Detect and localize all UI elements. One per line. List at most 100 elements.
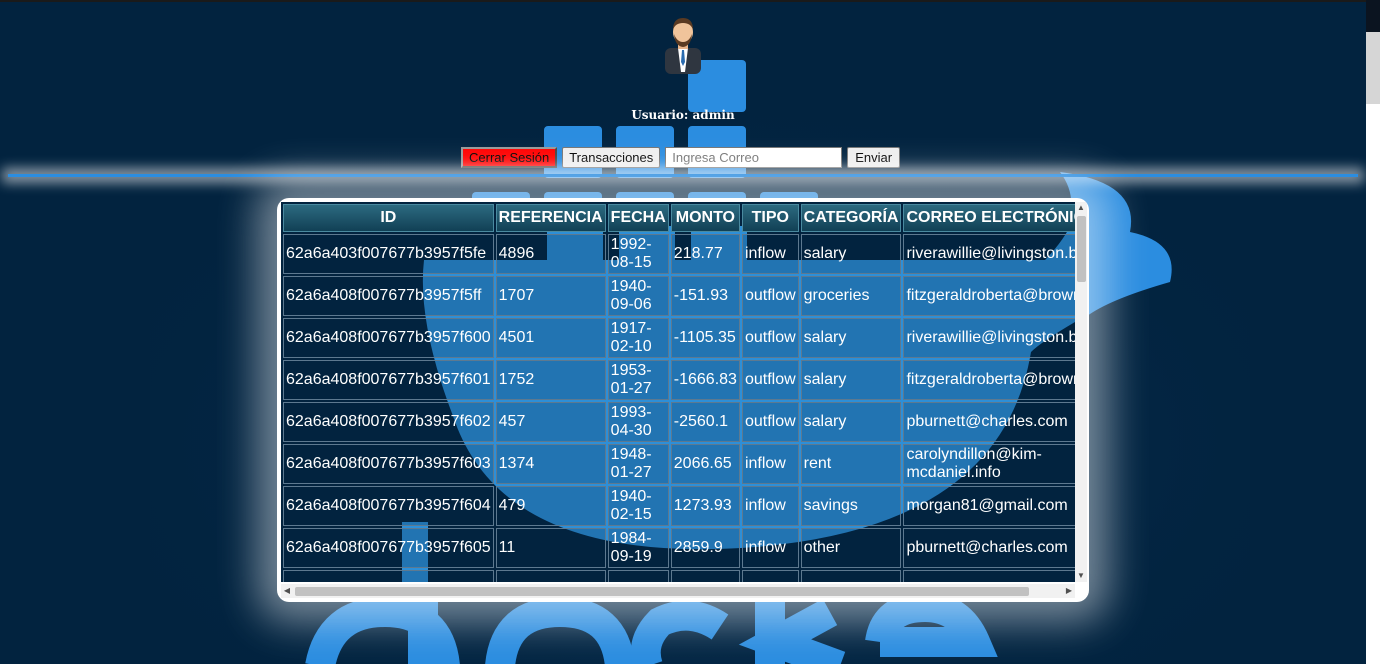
column-header-id[interactable]: ID xyxy=(283,204,494,232)
cell-tipo: inflow xyxy=(741,486,799,526)
cell-correo: fitzgeraldroberta@brown. xyxy=(903,360,1075,400)
column-header-categoria[interactable]: CATEGORÍA xyxy=(800,204,902,232)
cell-categoria: salary xyxy=(800,402,902,442)
cell-referencia: 4896 xyxy=(495,234,606,274)
cell-categoria: salary xyxy=(800,318,902,358)
cell-fecha: 1993-04-30 xyxy=(607,402,669,442)
column-header-fecha[interactable]: FECHA xyxy=(607,204,669,232)
cell-correo: fitzgeraldroberta@brown. xyxy=(903,276,1075,316)
cell-fecha: 1940-09-06 xyxy=(607,276,669,316)
cell-fecha: 1999- xyxy=(607,570,669,582)
cell-categoria: rent xyxy=(800,444,902,484)
cell-fecha: 1953-01-27 xyxy=(607,360,669,400)
transactions-table: ID REFERENCIA FECHA MONTO TIPO CATEGORÍA… xyxy=(281,202,1075,582)
cell-categoria: salary xyxy=(800,360,902,400)
cell-correo: pburnett@charles.com xyxy=(903,528,1075,568)
column-header-correo[interactable]: CORREO ELECTRÓNICO xyxy=(903,204,1075,232)
scroll-left-arrow-icon[interactable]: ◀ xyxy=(281,584,293,598)
cell-id: 62a6a408f007677b3957f603 xyxy=(283,444,494,484)
cell-tipo: inflow xyxy=(741,444,799,484)
email-input[interactable] xyxy=(665,146,843,168)
cell-monto: 1273.93 xyxy=(670,486,740,526)
window-edge-panel xyxy=(1366,32,1380,104)
cell-categoria: groceries xyxy=(800,276,902,316)
user-avatar-icon xyxy=(665,18,701,74)
window-edge-dark xyxy=(1366,0,1380,32)
cell-monto: -151.93 xyxy=(670,276,740,316)
scroll-right-arrow-icon[interactable]: ▶ xyxy=(1063,584,1075,598)
cell-tipo: outflow xyxy=(741,276,799,316)
cell-id: 62a6a403f007677b3957f5fe xyxy=(283,234,494,274)
cell-correo: carolyndillon@kim- xyxy=(903,570,1075,582)
cell-correo: morgan81@gmail.com xyxy=(903,486,1075,526)
cell-id: 62a6a408f007677b3957f605 xyxy=(283,528,494,568)
cell-monto: -1666.83 xyxy=(670,360,740,400)
cell-tipo: outflow xyxy=(741,402,799,442)
table-row[interactable]: 62a6a403f007677b3957f5fe 4896 1992-08-15 21… xyxy=(283,234,1075,274)
cell-tipo: outflow xyxy=(741,360,799,400)
transactions-button[interactable]: Transacciones xyxy=(562,146,661,168)
cell-id: 62a6a408f007677b3957f604 xyxy=(283,486,494,526)
cell-correo: riverawillie@livingston.biz xyxy=(903,234,1075,274)
scroll-down-arrow-icon[interactable]: ▼ xyxy=(1075,570,1087,582)
scroll-up-arrow-icon[interactable]: ▲ xyxy=(1075,202,1087,214)
cell-referencia: 1707 xyxy=(495,276,606,316)
cell-fecha: 1917-02-10 xyxy=(607,318,669,358)
cell-categoria: other xyxy=(800,528,902,568)
cell-correo: pburnett@charles.com xyxy=(903,402,1075,442)
cell-tipo: outflow xyxy=(741,318,799,358)
table-body: 62a6a403f007677b3957f5fe 4896 1992-08-15 21… xyxy=(283,234,1075,582)
table-row[interactable]: 62a6a408f007677b3957f603 1374 1948-01-27 20… xyxy=(283,444,1075,484)
cell-fecha: 1992-08-15 xyxy=(607,234,669,274)
table-row[interactable]: 62a6a408f007677b3957f600 4501 1917-02-10 -1… xyxy=(283,318,1075,358)
cell-referencia: 479 xyxy=(495,486,606,526)
table-row[interactable]: 62a6a408f007677b3957f601 1752 1953-01-27 -1… xyxy=(283,360,1075,400)
table-header-row: ID REFERENCIA FECHA MONTO TIPO CATEGORÍA… xyxy=(283,204,1075,232)
table-row[interactable]: 62a6a408f007677b3957f604 479 1940-02-15 127… xyxy=(283,486,1075,526)
table-row[interactable]: 62a6a408f007677b3957f602 457 1993-04-30 -25… xyxy=(283,402,1075,442)
table-row[interactable]: 62a6a408f007677b3957f605 11 1984-09-19 2859… xyxy=(283,528,1075,568)
username-label: Usuario: admin xyxy=(631,108,735,122)
cell-monto: 218.77 xyxy=(670,234,740,274)
logout-button[interactable]: Cerrar Sesión xyxy=(461,146,558,168)
cell-tipo: outflow xyxy=(741,570,799,582)
send-button[interactable]: Enviar xyxy=(847,146,901,168)
toolbar: Cerrar Sesión Transacciones Enviar xyxy=(461,146,901,168)
cell-monto: -2560.1 xyxy=(670,402,740,442)
cell-correo: riverawillie@livingston.biz xyxy=(903,318,1075,358)
column-header-referencia[interactable]: REFERENCIA xyxy=(495,204,606,232)
table-viewport[interactable]: ID REFERENCIA FECHA MONTO TIPO CATEGORÍA… xyxy=(281,202,1075,582)
vertical-scroll-thumb[interactable] xyxy=(1077,216,1086,282)
header-divider xyxy=(8,174,1358,177)
cell-referencia: 4501 xyxy=(495,318,606,358)
cell-id: 62a6a408f007677b3957f602 xyxy=(283,402,494,442)
column-header-monto[interactable]: MONTO xyxy=(670,204,740,232)
cell-id: 62a6a408f007677b3957f5ff xyxy=(283,276,494,316)
window-edge xyxy=(1366,0,1380,664)
page-background: Usuario: admin Cerrar Sesión Transaccion… xyxy=(0,0,1366,664)
cell-referencia: 1752 xyxy=(495,360,606,400)
cell-tipo: inflow xyxy=(741,234,799,274)
horizontal-scroll-thumb[interactable] xyxy=(295,587,1029,596)
vertical-scrollbar[interactable]: ▲ ▼ xyxy=(1075,202,1087,582)
cell-id: 62a6a408f007677b3957f601 xyxy=(283,360,494,400)
cell-fecha: 1984-09-19 xyxy=(607,528,669,568)
transactions-table-container: ID REFERENCIA FECHA MONTO TIPO CATEGORÍA… xyxy=(277,198,1089,602)
column-header-tipo[interactable]: TIPO xyxy=(741,204,799,232)
cell-monto: 2859.9 xyxy=(670,528,740,568)
cell-id: 62a6a408f007677b3957f606 xyxy=(283,570,494,582)
cell-categoria: savings xyxy=(800,570,902,582)
cell-referencia: 3383 xyxy=(495,570,606,582)
cell-categoria: salary xyxy=(800,234,902,274)
cell-categoria: savings xyxy=(800,486,902,526)
horizontal-scrollbar[interactable]: ◀ ▶ xyxy=(281,584,1075,598)
cell-referencia: 1374 xyxy=(495,444,606,484)
cell-fecha: 1948-01-27 xyxy=(607,444,669,484)
table-row[interactable]: 62a6a408f007677b3957f60633831999--3277.5… xyxy=(283,570,1075,582)
cell-tipo: inflow xyxy=(741,528,799,568)
table-row[interactable]: 62a6a408f007677b3957f5ff 1707 1940-09-06 -1… xyxy=(283,276,1075,316)
cell-referencia: 457 xyxy=(495,402,606,442)
cell-monto: -1105.35 xyxy=(670,318,740,358)
cell-id: 62a6a408f007677b3957f600 xyxy=(283,318,494,358)
cell-monto: -3277.52 xyxy=(670,570,740,582)
